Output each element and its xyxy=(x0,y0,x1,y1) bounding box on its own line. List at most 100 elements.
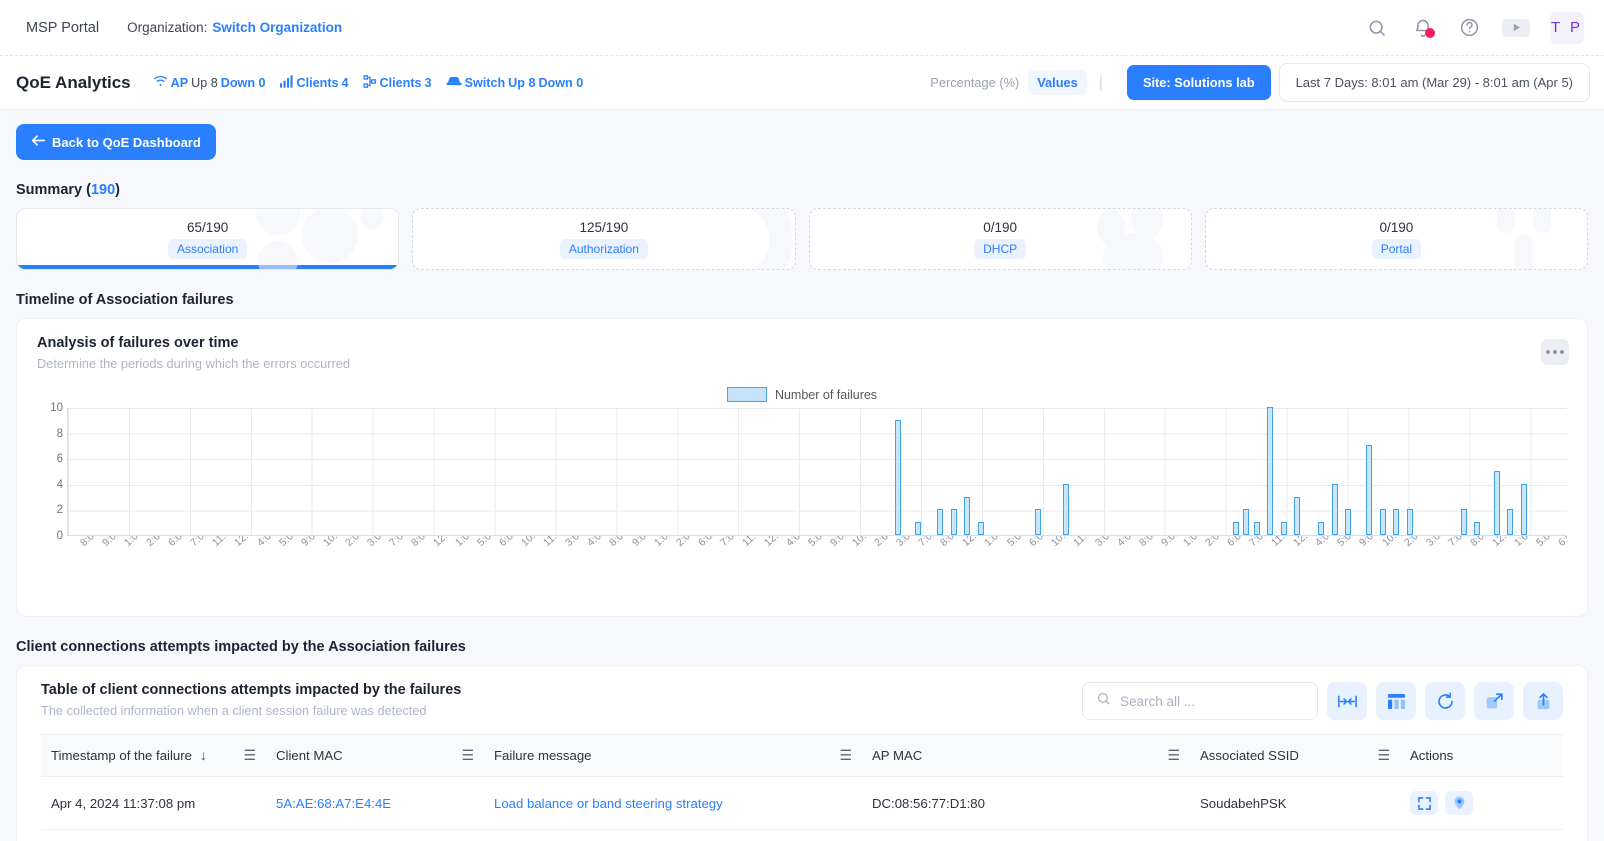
column-menu-icon[interactable]: ☰ xyxy=(243,747,256,764)
search-icon[interactable] xyxy=(1364,15,1390,41)
summary-card-value: 0/190 xyxy=(983,219,1018,235)
summary-heading-end: ) xyxy=(115,182,120,198)
summary-card-portal[interactable]: 0/190 Portal xyxy=(1204,208,1588,270)
sort-descending-icon[interactable]: ↓ xyxy=(200,748,207,763)
chart-bar[interactable] xyxy=(964,496,971,535)
column-menu-icon[interactable]: ☰ xyxy=(1167,747,1180,764)
network-icon xyxy=(363,74,377,91)
page-subheader: QoE Analytics AP Up 8 Down 0 Clients 4 C… xyxy=(0,56,1604,110)
columns-icon[interactable] xyxy=(1376,682,1416,720)
chart-bar[interactable] xyxy=(914,522,921,535)
column-header-failure-message[interactable]: Failure message ☰ xyxy=(484,734,862,777)
cell-client-mac[interactable]: 5A:AE:68:A7:E4:4E xyxy=(266,776,484,830)
back-to-qoe-dashboard-button[interactable]: Back to QoE Dashboard xyxy=(16,124,216,160)
summary-cards: 65/190 Association 125/190 Authorization… xyxy=(16,208,1588,270)
chart-bar[interactable] xyxy=(1379,509,1386,535)
chart-bar[interactable] xyxy=(1243,509,1250,535)
table-row[interactable]: Apr 4, 2024 11:37:08 pm 5A:AE:68:A7:E4:4E… xyxy=(41,776,1563,830)
chart-bar[interactable] xyxy=(1520,483,1527,535)
stat-wired-clients-count: 3 xyxy=(424,75,432,90)
stat-ap[interactable]: AP Up 8 Down 0 xyxy=(153,75,266,91)
chart-bar[interactable] xyxy=(977,522,984,535)
upload-icon[interactable] xyxy=(1523,682,1563,720)
chart-bar[interactable] xyxy=(1460,509,1467,535)
y-axis-tick: 2 xyxy=(56,504,63,517)
column-menu-icon[interactable]: ☰ xyxy=(839,747,852,764)
chart-bar[interactable] xyxy=(1345,509,1352,535)
bell-icon[interactable] xyxy=(1410,15,1436,41)
column-header-ap-mac[interactable]: AP MAC ☰ xyxy=(862,734,1190,777)
chart-bar[interactable] xyxy=(1331,483,1338,535)
fit-columns-icon[interactable] xyxy=(1327,682,1367,720)
ellipsis-icon[interactable] xyxy=(1541,339,1569,365)
expand-icon[interactable] xyxy=(1474,682,1514,720)
site-selector-button[interactable]: Site: Solutions lab xyxy=(1126,65,1271,100)
summary-count: 190 xyxy=(90,182,116,198)
chart-legend: Number of failures xyxy=(37,387,1567,402)
cell-ap-mac: DC:08:56:77:D1:80 xyxy=(862,776,1190,830)
chart-bar[interactable] xyxy=(1393,509,1400,535)
top-navigation-bar: MSP Portal Organization: Switch Organiza… xyxy=(0,0,1604,56)
cell-failure-message[interactable]: Load balance or band steering strategy xyxy=(484,829,862,841)
column-menu-icon[interactable]: ☰ xyxy=(1377,747,1390,764)
stat-switch-up: Up 8 xyxy=(508,75,536,90)
chart-bar[interactable] xyxy=(1474,522,1481,535)
chart-bar[interactable] xyxy=(1406,509,1413,535)
summary-card-value: 0/190 xyxy=(1379,219,1414,235)
summary-card-label: Association xyxy=(167,238,248,259)
toolbar-divider: | xyxy=(1098,73,1103,91)
summary-card-label: Portal xyxy=(1371,238,1422,259)
chart-bar[interactable] xyxy=(1366,445,1373,535)
summary-card-dhcp[interactable]: 0/190 DHCP xyxy=(808,208,1192,270)
chart-bar[interactable] xyxy=(1063,483,1070,535)
summary-card-authorization[interactable]: 125/190 Authorization xyxy=(412,208,796,270)
summary-card-association[interactable]: 65/190 Association xyxy=(16,208,400,270)
column-header-actions: Actions xyxy=(1400,734,1563,777)
summary-heading-text: Summary ( xyxy=(16,182,91,198)
column-label: Associated SSID xyxy=(1200,748,1299,763)
column-header-client-mac[interactable]: Client MAC ☰ xyxy=(266,734,484,777)
chart-bar[interactable] xyxy=(1493,471,1500,535)
chart-bar[interactable] xyxy=(895,419,902,535)
chart-bar[interactable] xyxy=(1232,522,1239,535)
stat-wireless-clients[interactable]: Clients 4 xyxy=(279,74,349,91)
search-icon xyxy=(1096,691,1111,711)
video-icon[interactable] xyxy=(1502,18,1530,37)
help-icon[interactable] xyxy=(1456,15,1482,41)
cell-client-mac[interactable]: 6A:61:37:B2:4D:0A xyxy=(266,829,484,841)
column-label: Failure message xyxy=(494,748,592,763)
legend-label: Number of failures xyxy=(774,387,878,402)
toggle-percentage[interactable]: Percentage (%) xyxy=(921,70,1028,95)
chart-bar[interactable] xyxy=(1294,496,1301,535)
location-pin-icon[interactable] xyxy=(1445,791,1473,815)
search-input-wrapper[interactable] xyxy=(1082,682,1318,720)
expand-icon[interactable] xyxy=(1410,791,1438,815)
date-range-selector[interactable]: Last 7 Days: 8:01 am (Mar 29) - 8:01 am … xyxy=(1278,63,1590,102)
chart-bar[interactable] xyxy=(1507,509,1514,535)
toggle-values[interactable]: Values xyxy=(1028,70,1087,95)
search-input[interactable] xyxy=(1120,693,1304,709)
table-row[interactable]: Apr 4, 2024 11:37:03 pm6A:61:37:B2:4D:0A… xyxy=(41,829,1563,841)
chart-bar[interactable] xyxy=(950,509,957,535)
avatar[interactable]: T P xyxy=(1550,11,1584,44)
chart-bar[interactable] xyxy=(1253,522,1260,535)
stat-wired-clients[interactable]: Clients 3 xyxy=(363,74,432,91)
switch-organization-link[interactable]: Switch Organization xyxy=(212,20,342,35)
chart-bar[interactable] xyxy=(1034,509,1041,535)
stat-switch[interactable]: Switch Up 8 Down 0 xyxy=(446,75,583,90)
refresh-icon[interactable] xyxy=(1425,682,1465,720)
cell-timestamp: Apr 4, 2024 11:37:08 pm xyxy=(41,776,266,830)
chart-bar[interactable] xyxy=(1267,407,1274,535)
brand-label: MSP Portal xyxy=(26,19,100,36)
cell-failure-message[interactable]: Load balance or band steering strategy xyxy=(484,776,862,830)
chart-plot-area: 0 2 4 6 8 10 xyxy=(37,402,1567,542)
column-menu-icon[interactable]: ☰ xyxy=(461,747,474,764)
chart-bar[interactable] xyxy=(1318,522,1325,535)
column-header-associated-ssid[interactable]: Associated SSID ☰ xyxy=(1190,734,1400,777)
chart-bar[interactable] xyxy=(1280,522,1287,535)
table-subtitle: The collected information when a client … xyxy=(41,703,427,718)
column-header-timestamp[interactable]: Timestamp of the failure ↓ ☰ xyxy=(41,734,266,777)
summary-card-label: DHCP xyxy=(974,238,1027,259)
switch-icon xyxy=(446,75,462,90)
chart-bar[interactable] xyxy=(937,509,944,535)
